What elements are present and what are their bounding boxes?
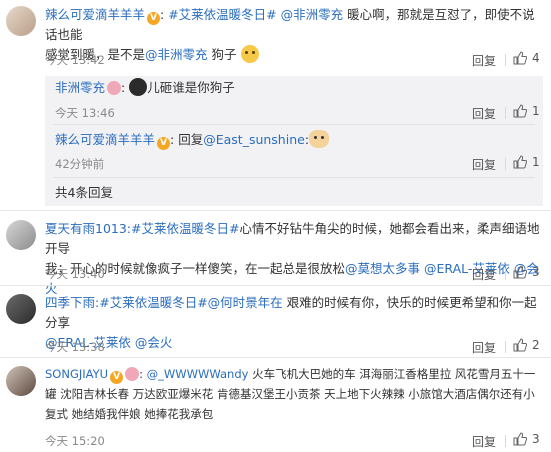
vip-icon — [125, 367, 140, 381]
verified-badge-icon: V — [147, 12, 161, 25]
reply-button[interactable]: 回复 — [472, 266, 496, 283]
comment-body: 狗子 — [211, 47, 237, 62]
username[interactable]: 四季下雨: — [45, 295, 99, 310]
divider — [505, 435, 506, 447]
username[interactable]: 辣么可爱滴羊羊羊 — [45, 7, 145, 22]
avatar[interactable] — [6, 220, 36, 250]
topic-link[interactable]: #艾莱依温暖冬日# — [99, 295, 207, 310]
comment-text: SONGJIAYU V: @_WWWWWandy 火车飞机大巴她的车 洱海丽江香格… — [45, 367, 536, 421]
divider — [505, 158, 506, 170]
divider — [505, 107, 506, 119]
like-count: 2 — [532, 338, 540, 352]
divider — [505, 341, 506, 353]
reply-body: 儿砸谁是你狗子 — [147, 80, 235, 95]
divider — [0, 285, 551, 286]
reply-button[interactable]: 回复 — [472, 156, 496, 173]
username[interactable]: 辣么可爱滴羊羊羊 — [55, 132, 155, 147]
comment-body: 复式 她结婚我伴娘 她捧花我承包 — [45, 407, 214, 421]
comment-text: 辣么可爱滴羊羊羊 V: #艾莱依温暖冬日# @非洲零充 暖心啊，那就是互怼了，即使… — [45, 7, 535, 63]
sub-replies-panel: 非洲零充: 儿砸谁是你狗子 今天 13:46 回复 1 辣么可爱滴羊羊羊 V: 回… — [45, 76, 543, 206]
thumb-up-icon — [513, 338, 527, 352]
emoji-icon — [240, 45, 259, 63]
verified-badge-icon: V — [110, 371, 124, 384]
verified-badge-icon: V — [157, 137, 171, 150]
reply-button[interactable]: 回复 — [472, 339, 496, 356]
timestamp: 今天 13:46 — [55, 106, 115, 120]
like-count: 3 — [532, 265, 540, 279]
mention-link[interactable]: @何时景年在 — [208, 295, 283, 310]
username[interactable]: 夏天有雨1013: — [45, 221, 131, 236]
timestamp: 今天 13:42 — [45, 53, 105, 67]
like-button[interactable]: 4 — [513, 51, 540, 65]
emoji-icon — [129, 78, 148, 96]
avatar[interactable] — [6, 366, 36, 396]
thumb-up-icon — [513, 432, 527, 446]
timestamp: 今天 15:20 — [45, 434, 105, 448]
thumb-up-icon — [513, 104, 527, 118]
reply-button[interactable]: 回复 — [472, 105, 496, 122]
mention-link[interactable]: @East_sunshine — [203, 132, 305, 147]
like-count: 4 — [532, 51, 540, 65]
divider — [0, 357, 551, 358]
avatar[interactable] — [6, 294, 36, 324]
reply-button[interactable]: 回复 — [472, 433, 496, 450]
thumb-up-icon — [513, 265, 527, 279]
timestamp: 今天 13:40 — [45, 267, 105, 281]
like-button[interactable]: 3 — [513, 432, 540, 446]
comment-body: 罐 沈阳吉林长春 万达欧亚爆米花 肯德基汉堡王小贡茶 天上地下火辣辣 小旅馆大酒… — [45, 387, 535, 401]
like-button[interactable]: 3 — [513, 265, 540, 279]
emoji-icon — [309, 130, 330, 148]
more-replies-link[interactable]: 共4条回复 — [55, 183, 113, 203]
reply-button[interactable]: 回复 — [472, 52, 496, 69]
like-count: 3 — [532, 432, 540, 446]
comment-body: 火车飞机大巴她的车 洱海丽江香格里拉 风花雪月五十一 — [252, 367, 536, 381]
like-button[interactable]: 1 — [513, 155, 540, 169]
like-count: 1 — [532, 155, 540, 169]
divider — [53, 124, 535, 125]
avatar[interactable] — [6, 6, 36, 36]
sub-reply-1: 非洲零充: 儿砸谁是你狗子 — [55, 78, 235, 96]
username[interactable]: SONGJIAYU — [45, 367, 108, 381]
mention-link[interactable]: @非洲零充 — [145, 47, 208, 62]
thumb-up-icon — [513, 51, 527, 65]
comment-text: 夏天有雨1013:#艾莱依温暖冬日#心情不好钻牛角尖的时候，她都会看出来，柔声细… — [45, 219, 545, 299]
mention-link[interactable]: @_WWWWWandy — [147, 367, 249, 381]
like-button[interactable]: 2 — [513, 338, 540, 352]
topic-link[interactable]: #艾莱依温暖冬日# — [168, 7, 276, 22]
vip-icon — [107, 81, 122, 95]
divider — [0, 210, 551, 211]
username[interactable]: 非洲零充 — [55, 80, 105, 95]
like-count: 1 — [532, 104, 540, 118]
comment-text: 四季下雨:#艾莱依温暖冬日#@何时景年在 艰难的时候有你，快乐的时候更希望和你一… — [45, 293, 545, 353]
timestamp: 42分钟前 — [55, 157, 105, 171]
like-button[interactable]: 1 — [513, 104, 540, 118]
reply-prefix: 回复 — [178, 132, 204, 147]
mention-link[interactable]: @非洲零充 — [281, 7, 344, 22]
topic-link[interactable]: #艾莱依温暖冬日# — [131, 221, 239, 236]
thumb-up-icon — [513, 155, 527, 169]
divider — [53, 177, 535, 178]
timestamp: 今天 13:38 — [45, 340, 105, 354]
divider — [505, 54, 506, 66]
divider — [505, 268, 506, 280]
sub-reply-2: 辣么可爱滴羊羊羊 V: 回复@East_sunshine: — [55, 130, 330, 150]
